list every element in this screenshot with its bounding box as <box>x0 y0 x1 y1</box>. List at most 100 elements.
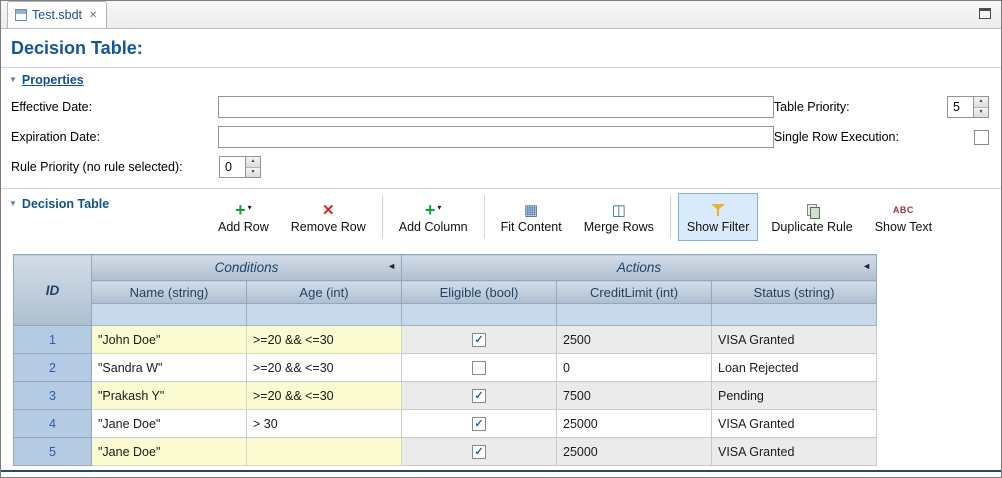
eligible-checkbox[interactable]: ✓ <box>472 445 486 459</box>
duplicate-rule-button[interactable]: Duplicate Rule <box>762 193 861 241</box>
eligible-cell[interactable]: ✓ <box>402 382 557 410</box>
collapse-conditions-icon[interactable]: ◄ <box>387 261 396 271</box>
name-cell[interactable]: "Jane Doe" <box>92 410 247 438</box>
column-header-status[interactable]: Status (string) <box>712 281 877 304</box>
status-cell[interactable]: VISA Granted <box>712 410 877 438</box>
group-header-row: ID Conditions ◄ Actions ◄ <box>14 255 877 281</box>
creditlimit-cell[interactable]: 25000 <box>557 438 712 466</box>
eligible-checkbox[interactable]: ✓ <box>472 389 486 403</box>
merge-rows-button[interactable]: ◫ Merge Rows <box>575 193 663 241</box>
eligible-cell[interactable]: ✓ <box>402 438 557 466</box>
collapse-actions-icon[interactable]: ◄ <box>862 261 871 271</box>
column-header-name[interactable]: Name (string) <box>92 281 247 304</box>
row-id-cell[interactable]: 3 <box>14 382 92 410</box>
name-cell[interactable]: "Jane Doe" <box>92 438 247 466</box>
decision-table-section-label[interactable]: Decision Table <box>22 197 109 211</box>
table-row: 1 "John Doe" >=20 && <=30 ✓ 2500 VISA Gr… <box>14 326 877 354</box>
tab-test-sbdt[interactable]: Test.sbdt ✕ <box>7 1 107 28</box>
expiration-date-input[interactable] <box>218 126 774 148</box>
name-cell[interactable]: "John Doe" <box>92 326 247 354</box>
twistie-icon[interactable]: ▼ <box>9 200 17 208</box>
table-row: 4 "Jane Doe" > 30 ✓ 25000 VISA Granted <box>14 410 877 438</box>
add-column-button[interactable]: +▾ Add Column <box>390 193 477 241</box>
rule-priority-spinner[interactable]: 0 ▲ ▼ <box>219 156 261 178</box>
page-title: Decision Table: <box>1 29 1001 67</box>
creditlimit-cell[interactable]: 2500 <box>557 326 712 354</box>
table-priority-value[interactable]: 5 <box>948 97 973 117</box>
name-cell[interactable]: "Sandra W" <box>92 354 247 382</box>
tab-close-icon[interactable]: ✕ <box>89 10 97 21</box>
remove-row-button[interactable]: ✕ Remove Row <box>282 193 375 241</box>
row-id-cell[interactable]: 5 <box>14 438 92 466</box>
group-header-actions[interactable]: Actions ◄ <box>402 255 877 281</box>
filter-icon <box>711 203 725 217</box>
row-id-cell[interactable]: 2 <box>14 354 92 382</box>
duplicate-icon <box>805 203 820 218</box>
age-cell[interactable]: >=20 && <=30 <box>247 354 402 382</box>
plus-icon: + <box>235 202 246 218</box>
eligible-cell[interactable]: ✓ <box>402 326 557 354</box>
toolbar-separator <box>484 195 485 239</box>
filter-cell-status[interactable] <box>712 304 877 326</box>
group-header-conditions[interactable]: Conditions ◄ <box>92 255 402 281</box>
abc-icon: ABC <box>893 205 914 215</box>
table-priority-spinner[interactable]: 5 ▲ ▼ <box>947 96 989 118</box>
name-cell[interactable]: "Prakash Y" <box>92 382 247 410</box>
spin-down-button[interactable]: ▼ <box>974 107 988 118</box>
age-cell[interactable] <box>247 438 402 466</box>
properties-section-header[interactable]: ▼ Properties <box>1 68 1001 90</box>
single-row-execution-checkbox[interactable] <box>974 130 989 145</box>
spin-up-button[interactable]: ▲ <box>246 157 260 167</box>
filter-cell-eligible[interactable] <box>402 304 557 326</box>
table-priority-label: Table Priority: <box>774 100 850 114</box>
decision-table-section-header[interactable]: ▼ Decision Table <box>1 192 109 214</box>
age-cell[interactable]: >=20 && <=30 <box>247 382 402 410</box>
column-header-eligible[interactable]: Eligible (bool) <box>402 281 557 304</box>
decision-table-band: ▼ Decision Table +▾ Add Row ✕ Remove Row… <box>1 188 1001 244</box>
column-header-creditlimit[interactable]: CreditLimit (int) <box>557 281 712 304</box>
row-id-cell[interactable]: 1 <box>14 326 92 354</box>
filter-cell-name[interactable] <box>92 304 247 326</box>
file-icon <box>15 9 27 21</box>
add-row-button[interactable]: +▾ Add Row <box>209 193 278 241</box>
merge-rows-icon: ◫ <box>612 203 626 218</box>
column-header-age[interactable]: Age (int) <box>247 281 402 304</box>
eligible-checkbox[interactable]: ✓ <box>472 333 486 347</box>
show-text-button[interactable]: ABC Show Text <box>866 193 941 241</box>
spinner-arrows: ▲ ▼ <box>973 97 988 117</box>
age-cell[interactable]: >=20 && <=30 <box>247 326 402 354</box>
status-cell[interactable]: Pending <box>712 382 877 410</box>
spin-up-button[interactable]: ▲ <box>974 97 988 107</box>
rule-priority-value[interactable]: 0 <box>220 157 245 177</box>
creditlimit-cell[interactable]: 7500 <box>557 382 712 410</box>
filter-cell-creditlimit[interactable] <box>557 304 712 326</box>
fit-content-button[interactable]: ▦ Fit Content <box>492 193 571 241</box>
creditlimit-cell[interactable]: 0 <box>557 354 712 382</box>
spin-down-button[interactable]: ▼ <box>246 167 260 178</box>
table-row: 3 "Prakash Y" >=20 && <=30 ✓ 7500 Pendin… <box>14 382 877 410</box>
single-row-execution-label: Single Row Execution: <box>774 130 899 144</box>
maximize-icon[interactable] <box>979 8 991 19</box>
twistie-icon[interactable]: ▼ <box>9 76 17 84</box>
editor-window: Test.sbdt ✕ Decision Table: ▼ Properties… <box>0 0 1002 478</box>
eligible-checkbox[interactable]: ✓ <box>472 417 486 431</box>
tab-bar: Test.sbdt ✕ <box>1 1 1001 29</box>
row-id-cell[interactable]: 4 <box>14 410 92 438</box>
column-header-id[interactable]: ID <box>14 255 92 326</box>
eligible-checkbox[interactable] <box>472 361 486 375</box>
status-cell[interactable]: VISA Granted <box>712 326 877 354</box>
eligible-cell[interactable] <box>402 354 557 382</box>
status-cell[interactable]: VISA Granted <box>712 438 877 466</box>
dropdown-icon[interactable]: ▾ <box>437 203 441 212</box>
status-cell[interactable]: Loan Rejected <box>712 354 877 382</box>
eligible-cell[interactable]: ✓ <box>402 410 557 438</box>
creditlimit-cell[interactable]: 25000 <box>557 410 712 438</box>
form-row: Rule Priority (no rule selected): 0 ▲ ▼ <box>11 152 991 182</box>
age-cell[interactable]: > 30 <box>247 410 402 438</box>
filter-cell-age[interactable] <box>247 304 402 326</box>
dropdown-icon[interactable]: ▾ <box>248 203 252 212</box>
show-filter-button[interactable]: Show Filter <box>678 193 759 241</box>
effective-date-input[interactable] <box>218 96 774 118</box>
remove-icon: ✕ <box>322 203 335 218</box>
properties-section-label[interactable]: Properties <box>22 73 84 87</box>
